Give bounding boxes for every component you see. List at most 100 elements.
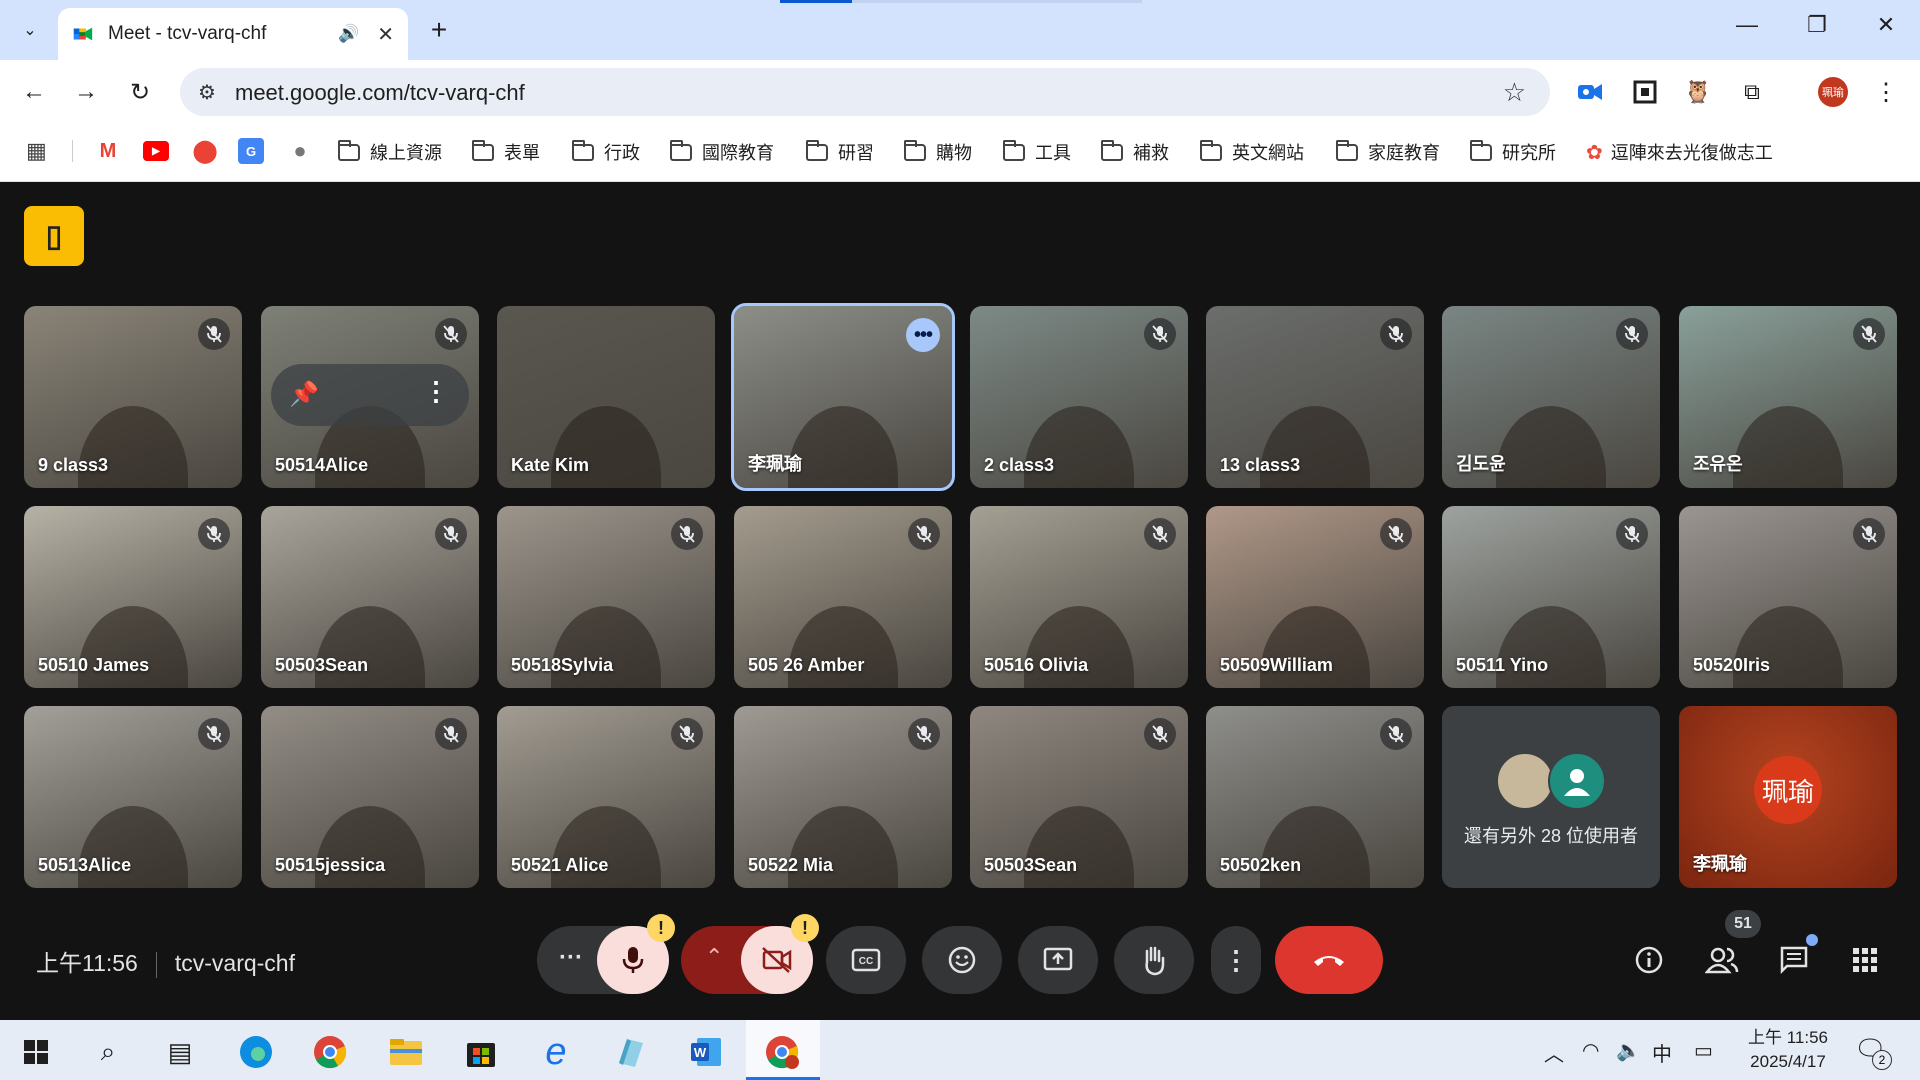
ime-mode-icon[interactable]: ▭ (1694, 1038, 1713, 1063)
participant-tile[interactable]: Kate Kim (497, 306, 715, 488)
tile-more-options-icon[interactable]: ••• (906, 318, 940, 352)
participant-tile[interactable]: 50511 Yino (1442, 506, 1660, 688)
bookmark-folder[interactable]: 研習 (806, 139, 874, 165)
participant-tile[interactable]: ••• 李珮瑜 (731, 303, 955, 491)
bookmark-folder[interactable]: 英文網站 (1200, 139, 1304, 165)
participant-tile[interactable]: 50503Sean (261, 506, 479, 688)
microsoft-store-icon[interactable] (459, 1030, 503, 1074)
bookmark-folder[interactable]: 表單 (472, 139, 540, 165)
participant-tile[interactable]: 2 class3 (970, 306, 1188, 488)
participant-tile[interactable]: 50522 Mia (734, 706, 952, 888)
participant-tile[interactable]: 50516 Olivia (970, 506, 1188, 688)
internet-explorer-icon[interactable]: e (534, 1030, 578, 1074)
participant-tile[interactable]: 50513Alice (24, 706, 242, 888)
participant-tile[interactable]: 50509William (1206, 506, 1424, 688)
bookmark-folder[interactable]: 補救 (1101, 139, 1169, 165)
address-bar[interactable]: ⚙ meet.google.com/tcv-varq-chf ☆ (180, 68, 1550, 116)
others-tile[interactable]: 還有另外 28 位使用者 (1442, 706, 1660, 888)
tab-audio-icon[interactable]: 🔊 (338, 24, 359, 44)
participant-tile[interactable]: 505 26 Amber (734, 506, 952, 688)
meeting-host-controls-icon[interactable]: ▯ (24, 206, 84, 266)
show-hidden-icons-chevron-icon[interactable]: ︿ (1544, 1038, 1564, 1067)
search-icon[interactable]: ⌕ (86, 1030, 130, 1074)
camera-toggle-button[interactable]: ! (741, 914, 819, 994)
participant-tile[interactable]: 50518Sylvia (497, 506, 715, 688)
bookmark-folder[interactable]: 線上資源 (338, 139, 442, 165)
participant-tile[interactable]: 50502ken (1206, 706, 1424, 888)
video-options-chevron-icon[interactable]: ⌃ (705, 944, 723, 970)
bookmark-link[interactable]: ✿ 逗陣來去光復做志工 (1586, 139, 1773, 165)
more-options-button[interactable]: ⋮ (1211, 926, 1261, 994)
participant-tile[interactable]: 13 class3 (1206, 306, 1424, 488)
apple-icon[interactable]: ● (287, 138, 313, 164)
reload-icon[interactable]: ↻ (120, 72, 160, 112)
bookmark-folder[interactable]: 家庭教育 (1336, 139, 1440, 165)
bookmark-folder[interactable]: 工具 (1003, 139, 1071, 165)
tile-more-options-icon[interactable]: ⋮ (423, 376, 449, 407)
taskbar-clock[interactable]: 上午 11:56 2025/4/17 (1742, 1026, 1834, 1074)
present-screen-button[interactable] (1018, 926, 1098, 994)
new-tab-button[interactable]: + (422, 14, 456, 46)
microphone-warning-badge[interactable]: ! (647, 914, 675, 942)
task-view-icon[interactable]: ▤ (158, 1030, 202, 1074)
meet-extension-icon[interactable] (1570, 72, 1610, 112)
chrome-profile-icon[interactable] (760, 1030, 804, 1074)
edge-icon[interactable] (234, 1030, 278, 1074)
site-settings-icon[interactable]: ⚙ (198, 80, 216, 105)
forward-arrow-icon[interactable]: → (66, 72, 106, 112)
gmail-icon[interactable]: M (95, 138, 121, 164)
participant-tile[interactable]: 50520Iris (1679, 506, 1897, 688)
apps-grid-icon[interactable]: ▦ (26, 138, 47, 164)
youtube-icon[interactable]: ▶ (143, 141, 169, 161)
chrome-menu-icon[interactable]: ⋮ (1866, 72, 1906, 112)
google-maps-icon[interactable]: ⬤ (192, 138, 218, 164)
meeting-details-button[interactable] (1627, 938, 1671, 982)
raise-hand-button[interactable] (1114, 926, 1194, 994)
google-translate-icon[interactable]: G (238, 138, 264, 164)
reactions-button[interactable] (922, 926, 1002, 994)
puzzle-icon[interactable]: ⧉ (1732, 72, 1772, 112)
wifi-icon[interactable]: ◠ (1582, 1038, 1599, 1063)
bookmark-folder[interactable]: 行政 (572, 139, 640, 165)
participant-tile[interactable]: 9 class3 (24, 306, 242, 488)
participant-tile[interactable]: 조유온 (1679, 306, 1897, 488)
audio-options-button[interactable]: ··· (559, 944, 583, 972)
profile-avatar[interactable]: 珮瑜 (1818, 77, 1848, 107)
activities-button[interactable] (1843, 938, 1887, 982)
microphone-toggle-button[interactable]: ! (597, 914, 675, 994)
participant-tile[interactable]: 김도윤 (1442, 306, 1660, 488)
back-arrow-icon[interactable]: ← (14, 72, 54, 112)
minimize-window-icon[interactable]: — (1727, 12, 1767, 38)
close-window-icon[interactable]: ✕ (1866, 12, 1906, 38)
browser-tab-meet[interactable]: Meet - tcv-varq-chf 🔊 ✕ (58, 8, 408, 60)
app-icon[interactable] (608, 1030, 652, 1074)
pin-icon[interactable]: 📌 (289, 380, 319, 409)
qr-icon[interactable] (1625, 72, 1665, 112)
bookmark-star-icon[interactable]: ☆ (1503, 77, 1526, 108)
bookmark-folder[interactable]: 研究所 (1470, 139, 1556, 165)
url-text[interactable]: meet.google.com/tcv-varq-chf (235, 80, 525, 106)
participant-tile[interactable]: 50510 James (24, 506, 242, 688)
owl-icon[interactable]: 🦉 (1678, 72, 1718, 112)
camera-warning-badge[interactable]: ! (791, 914, 819, 942)
participant-tile[interactable]: 50521 Alice (497, 706, 715, 888)
windows-start-icon[interactable] (14, 1030, 58, 1074)
tab-close-icon[interactable]: ✕ (377, 22, 394, 47)
tab-search-dropdown-icon[interactable]: ⌄ (10, 12, 50, 48)
captions-button[interactable]: CC (826, 926, 906, 994)
participant-tile[interactable]: 50515jessica (261, 706, 479, 888)
file-explorer-icon[interactable] (384, 1030, 428, 1074)
self-tile[interactable]: 珮瑜 李珮瑜 (1679, 706, 1897, 888)
participant-tile[interactable]: 50503Sean (970, 706, 1188, 888)
leave-call-button[interactable] (1275, 926, 1383, 994)
bookmark-folder[interactable]: 國際教育 (670, 139, 774, 165)
ime-indicator[interactable]: 中 (1652, 1038, 1672, 1067)
restore-window-icon[interactable]: ❐ (1797, 12, 1837, 38)
people-button[interactable] (1700, 938, 1744, 982)
chrome-icon[interactable] (308, 1030, 352, 1074)
word-icon[interactable]: W (684, 1030, 728, 1074)
bookmark-folder[interactable]: 購物 (904, 139, 972, 165)
participant-name: 50510 James (38, 655, 150, 675)
volume-icon[interactable]: 🔈 (1616, 1038, 1641, 1063)
participant-tile[interactable]: 📌 ⋮ 50514Alice (261, 306, 479, 488)
